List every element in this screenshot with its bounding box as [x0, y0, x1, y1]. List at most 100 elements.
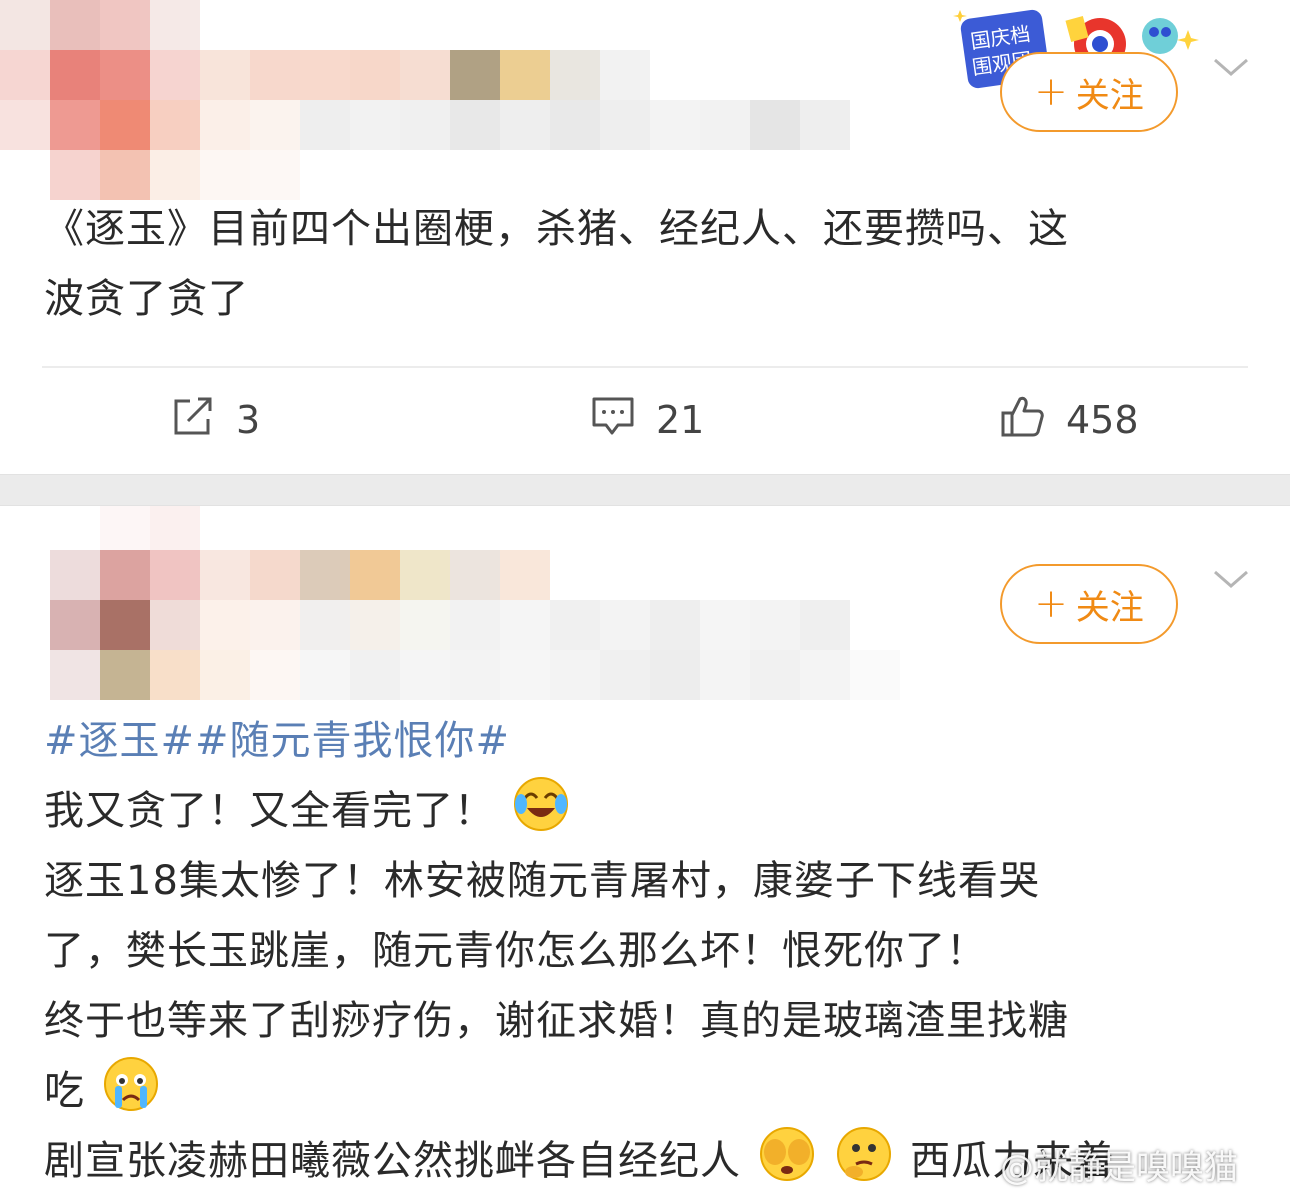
mosaic-tile — [100, 50, 150, 100]
like-button[interactable]: 458 — [1000, 392, 1139, 448]
mosaic-tile — [650, 150, 700, 200]
thumbs-up-icon — [1000, 393, 1046, 448]
mosaic-tile — [500, 100, 550, 150]
mosaic-tile — [100, 100, 150, 150]
author-info-mosaic — [0, 0, 850, 200]
mosaic-tile — [300, 150, 350, 200]
post-text-line: 逐玉18集太惨了！林安被随元青屠村，康婆子下线看哭 — [44, 858, 1040, 904]
follow-button[interactable]: + 关注 — [1000, 52, 1178, 132]
cover-face-emoji-icon — [759, 1127, 814, 1181]
mosaic-tile — [250, 506, 300, 550]
mosaic-tile — [500, 600, 550, 650]
post-card-1: 国庆档 围观团 + 关注 《逐玉》目前四个出圈梗，杀猪、经纪人、还要攒吗、这 波… — [0, 0, 1290, 474]
mosaic-tile — [650, 506, 700, 550]
post-text-line: 《逐玉》目前四个出圈梗，杀猪、经纪人、还要攒吗、这 — [44, 206, 1069, 252]
mosaic-tile — [50, 650, 100, 700]
mosaic-tile — [400, 600, 450, 650]
post-text-segment: 吃 — [44, 1068, 85, 1114]
mosaic-tile — [650, 50, 700, 100]
mosaic-tile — [700, 0, 750, 50]
like-count: 458 — [1066, 398, 1139, 442]
post-separator — [0, 474, 1290, 506]
mosaic-tile — [800, 0, 850, 50]
comment-icon — [590, 393, 636, 448]
plus-icon: + — [1034, 581, 1068, 627]
mosaic-tile — [600, 0, 650, 50]
mosaic-tile — [100, 0, 150, 50]
mosaic-tile — [550, 600, 600, 650]
mosaic-tile — [650, 650, 700, 700]
mosaic-tile — [250, 550, 300, 600]
mosaic-tile — [700, 50, 750, 100]
mosaic-tile — [700, 600, 750, 650]
mosaic-tile — [300, 506, 350, 550]
comment-button[interactable]: 21 — [590, 392, 704, 448]
post-content: 《逐玉》目前四个出圈梗，杀猪、经纪人、还要攒吗、这 波贪了贪了 — [44, 194, 1069, 334]
mosaic-tile — [350, 650, 400, 700]
hashtag-link[interactable]: #逐玉##随元青我恨你# — [44, 706, 1115, 776]
divider — [42, 366, 1248, 368]
mosaic-tile — [100, 650, 150, 700]
mosaic-tile — [700, 150, 750, 200]
mosaic-tile — [400, 150, 450, 200]
mosaic-tile — [750, 506, 800, 550]
mosaic-tile — [100, 506, 150, 550]
author-info-mosaic — [50, 506, 900, 700]
mosaic-tile — [850, 650, 900, 700]
mosaic-tile — [150, 550, 200, 600]
mosaic-tile — [550, 150, 600, 200]
mosaic-tile — [500, 50, 550, 100]
mosaic-tile — [650, 600, 700, 650]
mosaic-tile — [750, 600, 800, 650]
mosaic-tile — [150, 150, 200, 200]
mosaic-tile — [850, 600, 900, 650]
mosaic-tile — [850, 550, 900, 600]
mosaic-tile — [400, 100, 450, 150]
chevron-down-icon[interactable] — [1211, 52, 1251, 82]
mosaic-tile — [550, 50, 600, 100]
mosaic-tile — [500, 506, 550, 550]
mosaic-tile — [400, 550, 450, 600]
crying-emoji-icon — [103, 1057, 158, 1111]
follow-button[interactable]: + 关注 — [1000, 564, 1178, 644]
mosaic-tile — [700, 550, 750, 600]
mosaic-tile — [550, 100, 600, 150]
comment-count: 21 — [656, 398, 705, 442]
mosaic-tile — [450, 506, 500, 550]
watermark: @就静是嗅嗅猫 — [1000, 1148, 1238, 1188]
mosaic-tile — [500, 550, 550, 600]
mosaic-tile — [550, 550, 600, 600]
mosaic-tile — [250, 650, 300, 700]
post-text-line: 波贪了贪了 — [44, 276, 249, 322]
mosaic-tile — [750, 100, 800, 150]
mosaic-tile — [450, 550, 500, 600]
plus-icon: + — [1034, 69, 1068, 115]
chevron-down-icon[interactable] — [1211, 564, 1251, 594]
mosaic-tile — [250, 150, 300, 200]
follow-label: 关注 — [1075, 75, 1144, 116]
mosaic-tile — [600, 100, 650, 150]
mosaic-tile — [800, 100, 850, 150]
mosaic-tile — [500, 650, 550, 700]
mosaic-tile — [300, 550, 350, 600]
repost-button[interactable]: 3 — [170, 392, 260, 448]
mosaic-tile — [150, 650, 200, 700]
mosaic-tile — [850, 506, 900, 550]
mosaic-tile — [450, 150, 500, 200]
repost-icon — [170, 393, 216, 448]
mosaic-tile — [400, 0, 450, 50]
mosaic-tile — [500, 0, 550, 50]
post-text-line: 我又贪了！又全看完了！ — [44, 776, 1115, 846]
mosaic-tile — [400, 650, 450, 700]
mosaic-tile — [350, 600, 400, 650]
mosaic-tile — [100, 150, 150, 200]
thinking-emoji-icon — [837, 1127, 892, 1181]
mosaic-tile — [750, 150, 800, 200]
mosaic-tile — [300, 0, 350, 50]
mosaic-tile — [750, 0, 800, 50]
mosaic-tile — [600, 506, 650, 550]
mosaic-tile — [800, 600, 850, 650]
mosaic-tile — [650, 550, 700, 600]
mosaic-tile — [750, 50, 800, 100]
mosaic-tile — [550, 0, 600, 50]
